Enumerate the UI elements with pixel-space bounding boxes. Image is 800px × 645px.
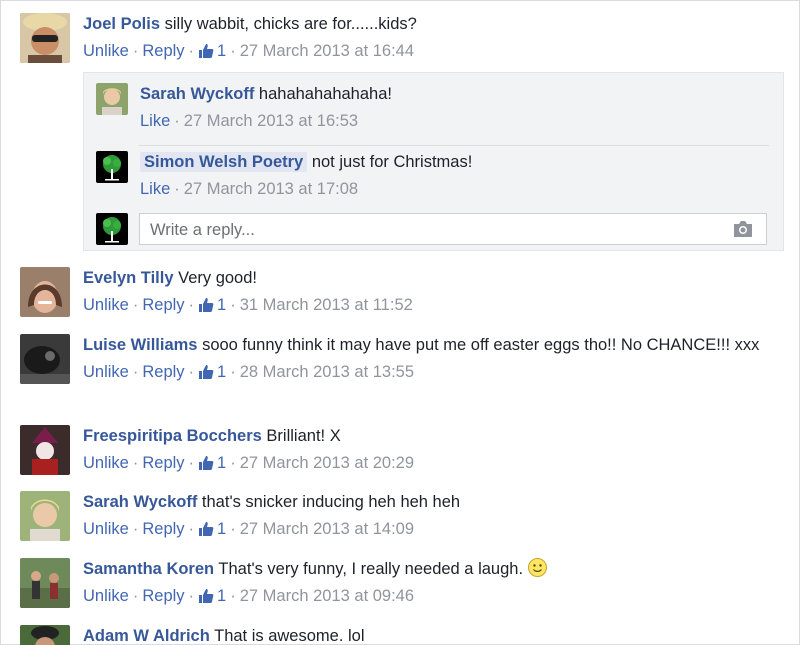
comment-text: that's snicker inducing heh heh heh bbox=[201, 493, 461, 511]
dot-separator: · bbox=[230, 42, 236, 60]
comment-author[interactable]: Freespiritipa Bocchers bbox=[83, 427, 262, 445]
comment-author[interactable]: Adam W Aldrich bbox=[83, 627, 210, 645]
dot-separator: · bbox=[230, 587, 236, 605]
dot-separator: · bbox=[188, 296, 195, 314]
replies-section: Sarah Wyckoff hahahahahahaha! Like · 27 Ma… bbox=[83, 72, 784, 251]
unlike-link[interactable]: Unlike bbox=[83, 587, 129, 605]
smiley-emoji-icon bbox=[527, 558, 547, 577]
dot-separator: · bbox=[132, 296, 139, 314]
dot-separator: · bbox=[132, 587, 139, 605]
thumbs-up-icon[interactable] bbox=[198, 588, 214, 604]
thumbs-up-icon[interactable] bbox=[198, 364, 214, 380]
unlike-link[interactable]: Unlike bbox=[83, 520, 129, 538]
reply-author[interactable]: Simon Welsh Poetry bbox=[140, 152, 308, 172]
reply-link[interactable]: Reply bbox=[142, 296, 184, 314]
dot-separator: · bbox=[230, 296, 236, 314]
reply-link[interactable]: Reply bbox=[142, 363, 184, 381]
thumbs-up-icon[interactable] bbox=[198, 521, 214, 537]
avatar[interactable] bbox=[96, 83, 128, 115]
comment: Evelyn Tilly Very good! Unlike · Reply · 1 · 3… bbox=[20, 267, 790, 323]
unlike-link[interactable]: Unlike bbox=[83, 296, 129, 314]
comment: Joel Polis silly wabbit, chicks are for.… bbox=[20, 13, 790, 73]
reply-link[interactable]: Reply bbox=[142, 454, 184, 472]
dot-separator: · bbox=[230, 363, 236, 381]
current-user-avatar bbox=[96, 213, 128, 245]
avatar[interactable] bbox=[20, 267, 70, 317]
comment-author[interactable]: Samantha Koren bbox=[83, 560, 214, 578]
dot-separator: · bbox=[132, 42, 139, 60]
like-count[interactable]: 1 bbox=[217, 42, 226, 60]
avatar[interactable] bbox=[20, 425, 70, 475]
like-link[interactable]: Like bbox=[140, 112, 170, 130]
comment-author[interactable]: Evelyn Tilly bbox=[83, 269, 174, 287]
comment-text: Very good! bbox=[178, 269, 257, 287]
comment-author[interactable]: Luise Williams bbox=[83, 336, 197, 354]
dot-separator: · bbox=[132, 520, 139, 538]
avatar[interactable] bbox=[20, 558, 70, 608]
dot-separator: · bbox=[188, 363, 195, 381]
comment: Adam W Aldrich That is awesome. lol bbox=[20, 625, 790, 645]
dot-separator: · bbox=[132, 363, 139, 381]
comment-time[interactable]: 31 March 2013 at 11:52 bbox=[240, 296, 413, 314]
like-count[interactable]: 1 bbox=[217, 363, 226, 381]
comment-text: sooo funny think it may have put me off … bbox=[202, 336, 760, 354]
reply-link[interactable]: Reply bbox=[142, 520, 184, 538]
like-count[interactable]: 1 bbox=[217, 296, 226, 314]
reply-input[interactable] bbox=[148, 214, 712, 246]
comment: Sarah Wyckoff that's snicker inducing he… bbox=[20, 491, 790, 547]
comment-time[interactable]: 27 March 2013 at 16:44 bbox=[240, 42, 414, 60]
dot-separator: · bbox=[230, 520, 236, 538]
dot-separator: · bbox=[188, 520, 195, 538]
comment: Samantha Koren That's very funny, I real… bbox=[20, 558, 790, 614]
reply-author[interactable]: Sarah Wyckoff bbox=[140, 85, 254, 103]
reply-link[interactable]: Reply bbox=[142, 42, 184, 60]
like-count[interactable]: 1 bbox=[217, 454, 226, 472]
like-link[interactable]: Like bbox=[140, 180, 170, 198]
avatar[interactable] bbox=[96, 151, 128, 183]
unlike-link[interactable]: Unlike bbox=[83, 363, 129, 381]
avatar[interactable] bbox=[20, 625, 70, 645]
thumbs-up-icon[interactable] bbox=[198, 43, 214, 59]
unlike-link[interactable]: Unlike bbox=[83, 42, 129, 60]
avatar[interactable] bbox=[20, 334, 70, 384]
like-count[interactable]: 1 bbox=[217, 587, 226, 605]
reply-time[interactable]: 27 March 2013 at 17:08 bbox=[184, 180, 358, 198]
comments-panel: Joel Polis silly wabbit, chicks are for.… bbox=[0, 0, 800, 645]
dot-separator: · bbox=[132, 454, 139, 472]
dot-separator: · bbox=[188, 454, 195, 472]
thumbs-up-icon[interactable] bbox=[198, 297, 214, 313]
dot-separator: · bbox=[230, 454, 236, 472]
reply-link[interactable]: Reply bbox=[142, 587, 184, 605]
comment-time[interactable]: 28 March 2013 at 13:55 bbox=[240, 363, 414, 381]
comment: Freespiritipa Bocchers Brilliant! X Unli… bbox=[20, 425, 790, 481]
comment-text: That is awesome. lol bbox=[214, 627, 365, 645]
reply-time[interactable]: 27 March 2013 at 16:53 bbox=[184, 112, 358, 130]
comment-text: silly wabbit, chicks are for......kids? bbox=[164, 15, 417, 33]
comment-author[interactable]: Sarah Wyckoff bbox=[83, 493, 197, 511]
thumbs-up-icon[interactable] bbox=[198, 455, 214, 471]
avatar[interactable] bbox=[20, 491, 70, 541]
dot-separator: · bbox=[188, 42, 195, 60]
divider bbox=[138, 145, 769, 146]
comment-text: Brilliant! X bbox=[266, 427, 341, 445]
reply-composer bbox=[139, 213, 767, 246]
comment-time[interactable]: 27 March 2013 at 14:09 bbox=[240, 520, 414, 538]
reply-text: hahahahahahaha! bbox=[258, 85, 392, 103]
dot-separator: · bbox=[174, 112, 180, 130]
reply-text: not just for Christmas! bbox=[311, 153, 473, 171]
comment-text: That's very funny, I really needed a lau… bbox=[218, 560, 524, 578]
avatar[interactable] bbox=[20, 13, 70, 63]
comment-time[interactable]: 27 March 2013 at 20:29 bbox=[240, 454, 414, 472]
comment-author[interactable]: Joel Polis bbox=[83, 15, 160, 33]
like-count[interactable]: 1 bbox=[217, 520, 226, 538]
comment-time[interactable]: 27 March 2013 at 09:46 bbox=[240, 587, 414, 605]
dot-separator: · bbox=[174, 180, 180, 198]
dot-separator: · bbox=[188, 587, 195, 605]
unlike-link[interactable]: Unlike bbox=[83, 454, 129, 472]
comment: Luise Williams sooo funny think it may h… bbox=[20, 334, 790, 414]
camera-icon[interactable] bbox=[732, 220, 754, 238]
